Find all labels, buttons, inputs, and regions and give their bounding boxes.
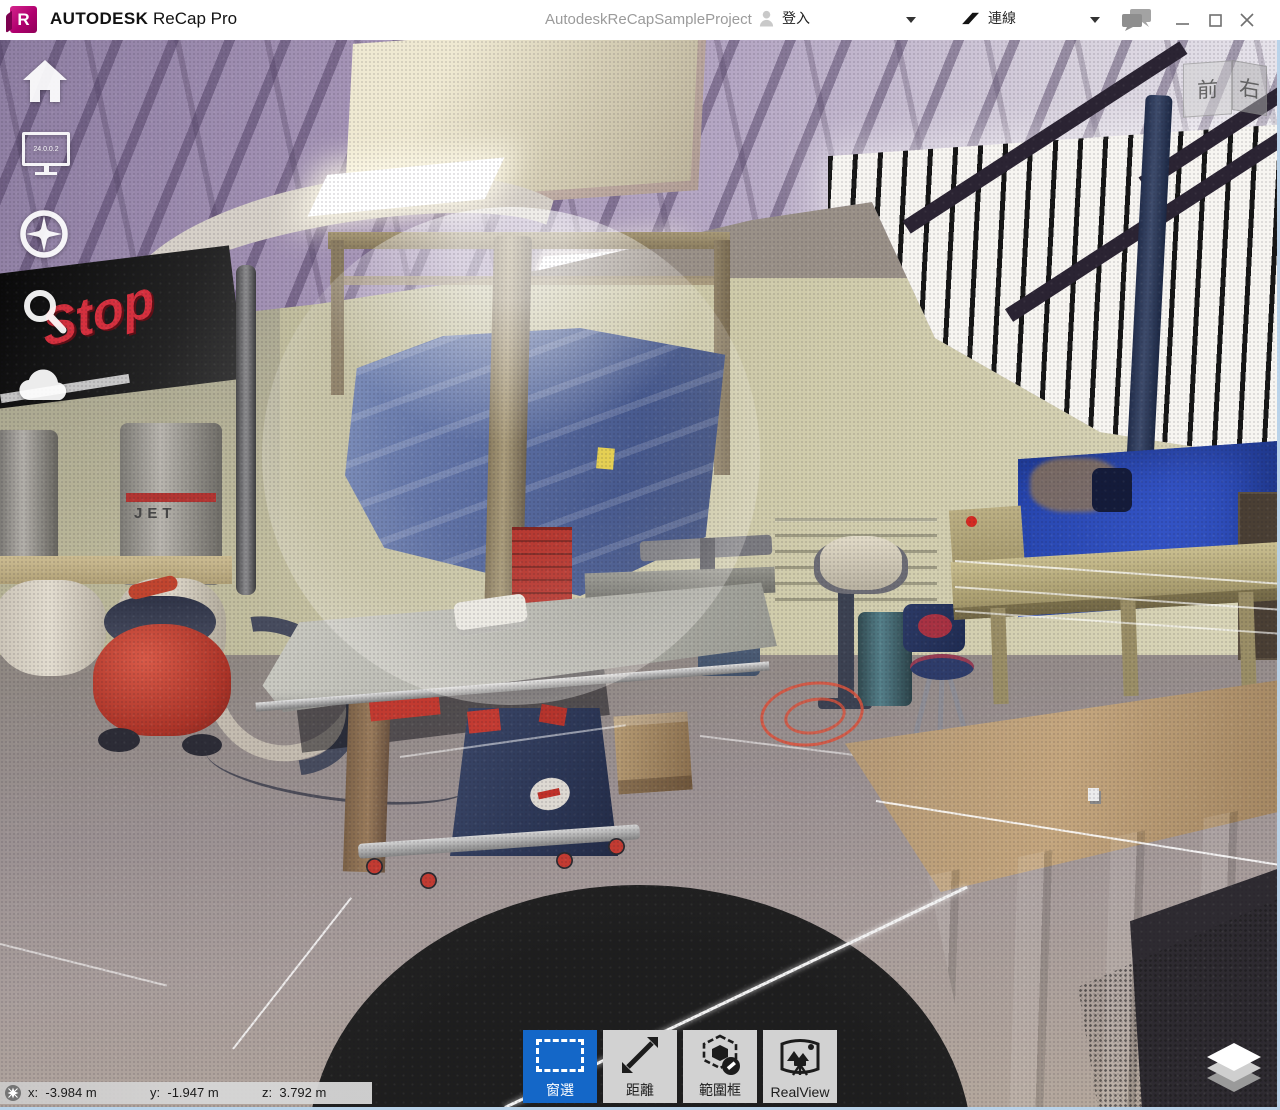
realview-button[interactable]: RealView — [763, 1030, 837, 1103]
button-label: RealView — [771, 1084, 830, 1100]
monitor-base — [35, 172, 57, 175]
viewcube-front-face[interactable]: 前 — [1183, 60, 1232, 117]
titlebar: R AUTODESK ReCap Pro AutodeskReCapSample… — [0, 0, 1280, 40]
button-label: 窗選 — [546, 1080, 574, 1100]
scene-bench-grinder — [820, 536, 902, 590]
scene-caster-wheel — [608, 838, 625, 855]
maximize-icon — [1209, 14, 1222, 27]
bounding-box-icon — [683, 1030, 757, 1080]
coordinates-icon — [5, 1085, 21, 1101]
viewport-3d[interactable]: Stop JET — [0, 40, 1280, 1110]
scene-vacuum-wheel — [98, 728, 140, 752]
window-select-button[interactable]: 窗選 — [523, 1030, 597, 1103]
connect-button[interactable]: 連線 — [961, 8, 1016, 28]
cloud-icon[interactable] — [18, 366, 70, 402]
viewcube-right-face[interactable]: 右 — [1232, 60, 1267, 116]
connect-dropdown-icon[interactable] — [1090, 17, 1100, 23]
distance-icon — [603, 1030, 677, 1080]
maximize-button[interactable] — [1202, 8, 1228, 32]
sign-in-dropdown-icon[interactable] — [906, 17, 916, 23]
scene-caster-wheel — [556, 852, 573, 869]
scene-chair-seat — [910, 654, 974, 680]
layers-icon[interactable] — [1205, 1040, 1263, 1094]
viewcube[interactable]: 前 右 — [1183, 62, 1269, 130]
connect-label: 連線 — [988, 8, 1016, 28]
window-select-icon — [523, 1030, 597, 1080]
scene-panel-hole — [1092, 468, 1132, 512]
coordinates-status-bar: x: -3.984 m y: -1.947 m z: 3.792 m — [0, 1082, 372, 1104]
scene-filter-bag — [0, 580, 106, 676]
viewcube-front-label: 前 — [1197, 73, 1218, 104]
viewcube-right-label: 右 — [1239, 71, 1260, 105]
compass-navigation-icon[interactable] — [16, 206, 72, 262]
app-title: AUTODESK ReCap Pro — [50, 9, 237, 29]
button-label: 距離 — [626, 1080, 654, 1100]
distance-button[interactable]: 距離 — [603, 1030, 677, 1103]
brand-bold: AUTODESK — [50, 9, 148, 28]
scene-caster-wheel — [420, 872, 437, 889]
scene-caster-wheel — [366, 858, 383, 875]
user-icon — [758, 9, 775, 27]
magnifier-zoom-icon[interactable] — [20, 286, 68, 336]
sign-in-button[interactable]: 登入 — [758, 8, 810, 28]
bottom-toolbar: 窗選 距離 範圍框 — [523, 1030, 837, 1103]
coordinate-x: x: -3.984 m — [28, 1085, 97, 1100]
recap-logo-icon: R — [10, 6, 37, 33]
version-text: 24.0.0.2 — [33, 146, 58, 153]
collector-stripe — [126, 493, 216, 502]
bounding-box-button[interactable]: 範圍框 — [683, 1030, 757, 1103]
home-icon[interactable] — [20, 58, 70, 104]
scene-vertical-duct — [236, 265, 256, 595]
button-label: 範圍框 — [699, 1080, 741, 1100]
flythrough-display-icon[interactable]: 24.0.0.2 — [22, 132, 70, 175]
scene-lathe-button — [966, 516, 977, 527]
minimize-icon — [1176, 13, 1190, 27]
sign-in-label: 登入 — [782, 8, 810, 28]
monitor-frame: 24.0.0.2 — [22, 132, 70, 166]
scene-chair-cushion — [918, 614, 952, 638]
realview-sphere[interactable] — [262, 207, 760, 705]
autodesk-mark-icon — [961, 12, 980, 25]
brand-regular: ReCap Pro — [153, 9, 237, 28]
close-icon — [1240, 13, 1254, 27]
coordinate-z: z: 3.792 m — [262, 1085, 326, 1100]
scene-saw-accent — [467, 708, 501, 733]
close-button[interactable] — [1234, 8, 1260, 32]
collector-label: JET — [134, 505, 177, 522]
project-name: AutodeskReCapSampleProject — [545, 11, 752, 28]
logo-letter: R — [17, 10, 29, 30]
minimize-button[interactable] — [1170, 8, 1196, 32]
feedback-chat-icon[interactable] — [1122, 9, 1151, 31]
scene-bench-object — [1088, 788, 1099, 801]
coordinate-y: y: -1.947 m — [150, 1085, 219, 1100]
scene-shop-vacuum — [93, 624, 231, 736]
realview-icon — [763, 1030, 837, 1084]
